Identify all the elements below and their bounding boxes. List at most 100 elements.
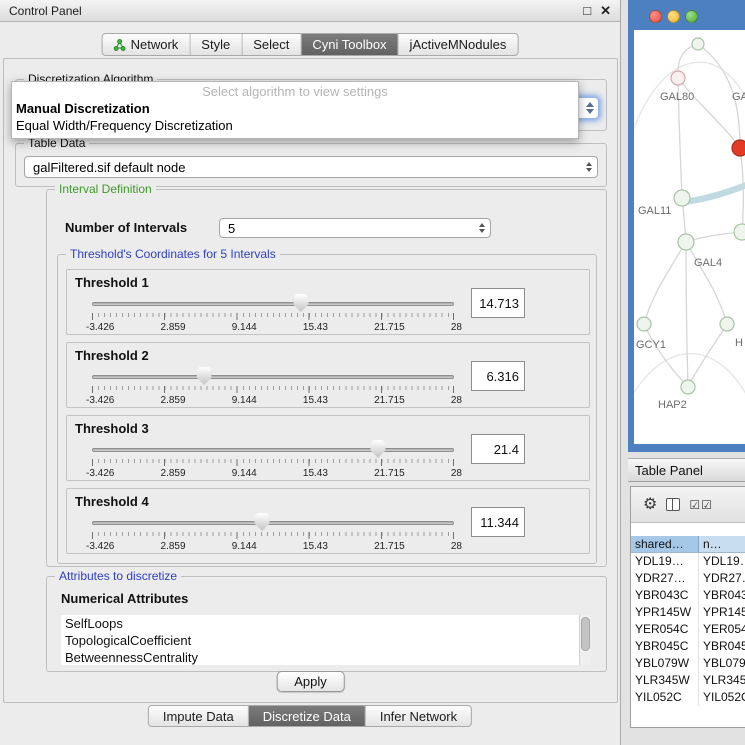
gear-icon[interactable]: ⚙ (643, 497, 657, 513)
table-row[interactable]: YLR345WYLR345W (631, 672, 745, 689)
traffic-light-zoom[interactable] (685, 10, 698, 23)
slider-track[interactable] (92, 375, 454, 379)
cell-shared-name: YLR345W (631, 672, 699, 689)
table-body[interactable]: YDL19…YDL19… YDR27…YDR27… YBR043CYBR043C… (631, 553, 745, 706)
table-row[interactable]: YBL079WYBL079W (631, 655, 745, 672)
cell-name: YLR345W (699, 672, 745, 689)
apply-button[interactable]: Apply (276, 671, 345, 692)
table-row[interactable]: YER054CYER054C (631, 621, 745, 638)
network-edge (644, 324, 688, 387)
network-node-gal11[interactable] (674, 190, 690, 206)
tab-cyni-toolbox-label: Cyni Toolbox (312, 37, 386, 52)
network-graph[interactable]: GAL80 GA GAL11 GAL4 GCY1 H HAP2 (634, 30, 745, 444)
scrollbar-thumb[interactable] (581, 617, 590, 651)
table-row[interactable]: YBR043CYBR043C (631, 587, 745, 604)
select-columns-icon[interactable]: ☑☑ (689, 499, 713, 511)
slider-thumb[interactable] (255, 513, 270, 531)
threshold-value-field[interactable]: 11.344 (471, 507, 525, 537)
tab-network[interactable]: Network (103, 34, 191, 55)
scale-label: -3.426 (86, 468, 114, 479)
network-node-gcy1[interactable] (637, 317, 651, 331)
tab-impute-data[interactable]: Impute Data (149, 706, 249, 726)
network-edge (686, 242, 688, 387)
cell-name: YPR145W (699, 604, 745, 621)
network-node[interactable] (720, 317, 734, 331)
column-header-name[interactable]: n… (699, 536, 745, 552)
threshold-label: Threshold 3 (75, 421, 149, 436)
list-scrollbar[interactable] (579, 615, 591, 665)
dropdown-option-manual-discretization[interactable]: Manual Discretization (12, 100, 578, 117)
dropdown-option-equal-width[interactable]: Equal Width/Frequency Discretization (12, 117, 578, 134)
traffic-light-close[interactable] (649, 10, 662, 23)
number-of-intervals-combobox[interactable]: 5 (219, 218, 491, 238)
node-label-clipped: H (735, 337, 743, 349)
numerical-attributes-label: Numerical Attributes (61, 591, 188, 606)
network-edge (644, 242, 686, 324)
cell-shared-name: YBR045C (631, 638, 699, 655)
scale-label: 2.859 (161, 468, 186, 479)
slider-scale: -3.4262.8599.14415.4321.71528 (86, 541, 462, 552)
tab-select[interactable]: Select (242, 34, 301, 55)
slider-thumb[interactable] (293, 294, 308, 312)
threshold-label: Threshold 4 (75, 494, 149, 509)
close-icon[interactable]: ✕ (600, 4, 611, 17)
cell-shared-name: YER054C (631, 621, 699, 638)
tab-infer-network-label: Infer Network (380, 709, 457, 724)
slider-thumb[interactable] (197, 367, 212, 385)
scale-label: -3.426 (86, 395, 114, 406)
scale-label: 21.715 (374, 468, 405, 479)
table-row[interactable]: YDR27…YDR27… (631, 570, 745, 587)
table-row[interactable]: YBR045CYBR045C (631, 638, 745, 655)
table-spacer (631, 523, 745, 536)
list-item[interactable]: BetweennessCentrality (61, 649, 591, 665)
threshold-slider[interactable]: -3.4262.8599.14415.4321.71528 (92, 511, 454, 553)
attributes-list[interactable]: SelfLoops TopologicalCoefficient Between… (61, 615, 591, 665)
network-canvas[interactable]: GAL80 GA GAL11 GAL4 GCY1 H HAP2 (634, 30, 745, 444)
cell-name: YER054C (699, 621, 745, 638)
traffic-light-minimize[interactable] (667, 10, 680, 23)
tab-discretize-data-label: Discretize Data (263, 709, 351, 724)
threshold-slider[interactable]: -3.4262.8599.14415.4321.71528 (92, 365, 454, 407)
cell-name: YDL19… (699, 553, 745, 570)
table-data-combobox[interactable]: galFiltered.sif default node (24, 156, 598, 178)
interval-definition-title: Interval Definition (55, 182, 156, 196)
table-row[interactable]: YDL19…YDL19… (631, 553, 745, 570)
tab-cyni-toolbox[interactable]: Cyni Toolbox (301, 34, 398, 55)
threshold-value-field[interactable]: 14.713 (471, 288, 525, 318)
tab-infer-network[interactable]: Infer Network (366, 706, 471, 726)
bottom-tab-bar: Impute Data Discretize Data Infer Networ… (148, 705, 472, 727)
scale-label: 28 (451, 468, 462, 479)
threshold-slider[interactable]: -3.4262.8599.14415.4321.71528 (92, 438, 454, 480)
column-header-shared-name[interactable]: shared… (631, 536, 699, 552)
slider-track[interactable] (92, 302, 454, 306)
network-node[interactable] (692, 38, 704, 50)
tab-jactivemnodules[interactable]: jActiveMNodules (399, 34, 518, 55)
combo-stepper-icon (479, 223, 485, 233)
tab-style[interactable]: Style (190, 34, 242, 55)
node-label-clipped: GA (732, 91, 745, 103)
table-row[interactable]: YIL052CYIL052C (631, 689, 745, 706)
columns-icon[interactable] (666, 498, 680, 511)
slider-scale: -3.4262.8599.14415.4321.71528 (86, 322, 462, 333)
threshold-value-field[interactable]: 6.316 (471, 361, 525, 391)
network-node[interactable] (734, 224, 745, 240)
float-icon[interactable]: □ (583, 4, 591, 17)
slider-major-ticks (92, 459, 454, 466)
list-item[interactable]: SelfLoops (61, 615, 591, 632)
control-panel-titlebar: Control Panel □ ✕ (0, 0, 620, 22)
network-node-gal4[interactable] (678, 234, 694, 250)
threshold-value-field[interactable]: 21.4 (471, 434, 525, 464)
network-node-hap2[interactable] (681, 380, 695, 394)
node-label-gcy1: GCY1 (636, 339, 666, 351)
slider-track[interactable] (92, 521, 454, 525)
network-node-selected[interactable] (732, 140, 745, 156)
tab-discretize-data[interactable]: Discretize Data (249, 706, 366, 726)
combo-stepper-icon (586, 102, 594, 114)
slider-track[interactable] (92, 448, 454, 452)
network-node-gal80[interactable] (671, 71, 685, 85)
slider-thumb[interactable] (370, 440, 385, 458)
threshold-slider[interactable]: -3.4262.8599.14415.4321.71528 (92, 292, 454, 334)
list-item[interactable]: TopologicalCoefficient (61, 632, 591, 649)
table-row[interactable]: YPR145WYPR145W (631, 604, 745, 621)
dropdown-placeholder: Select algorithm to view settings (12, 84, 578, 100)
